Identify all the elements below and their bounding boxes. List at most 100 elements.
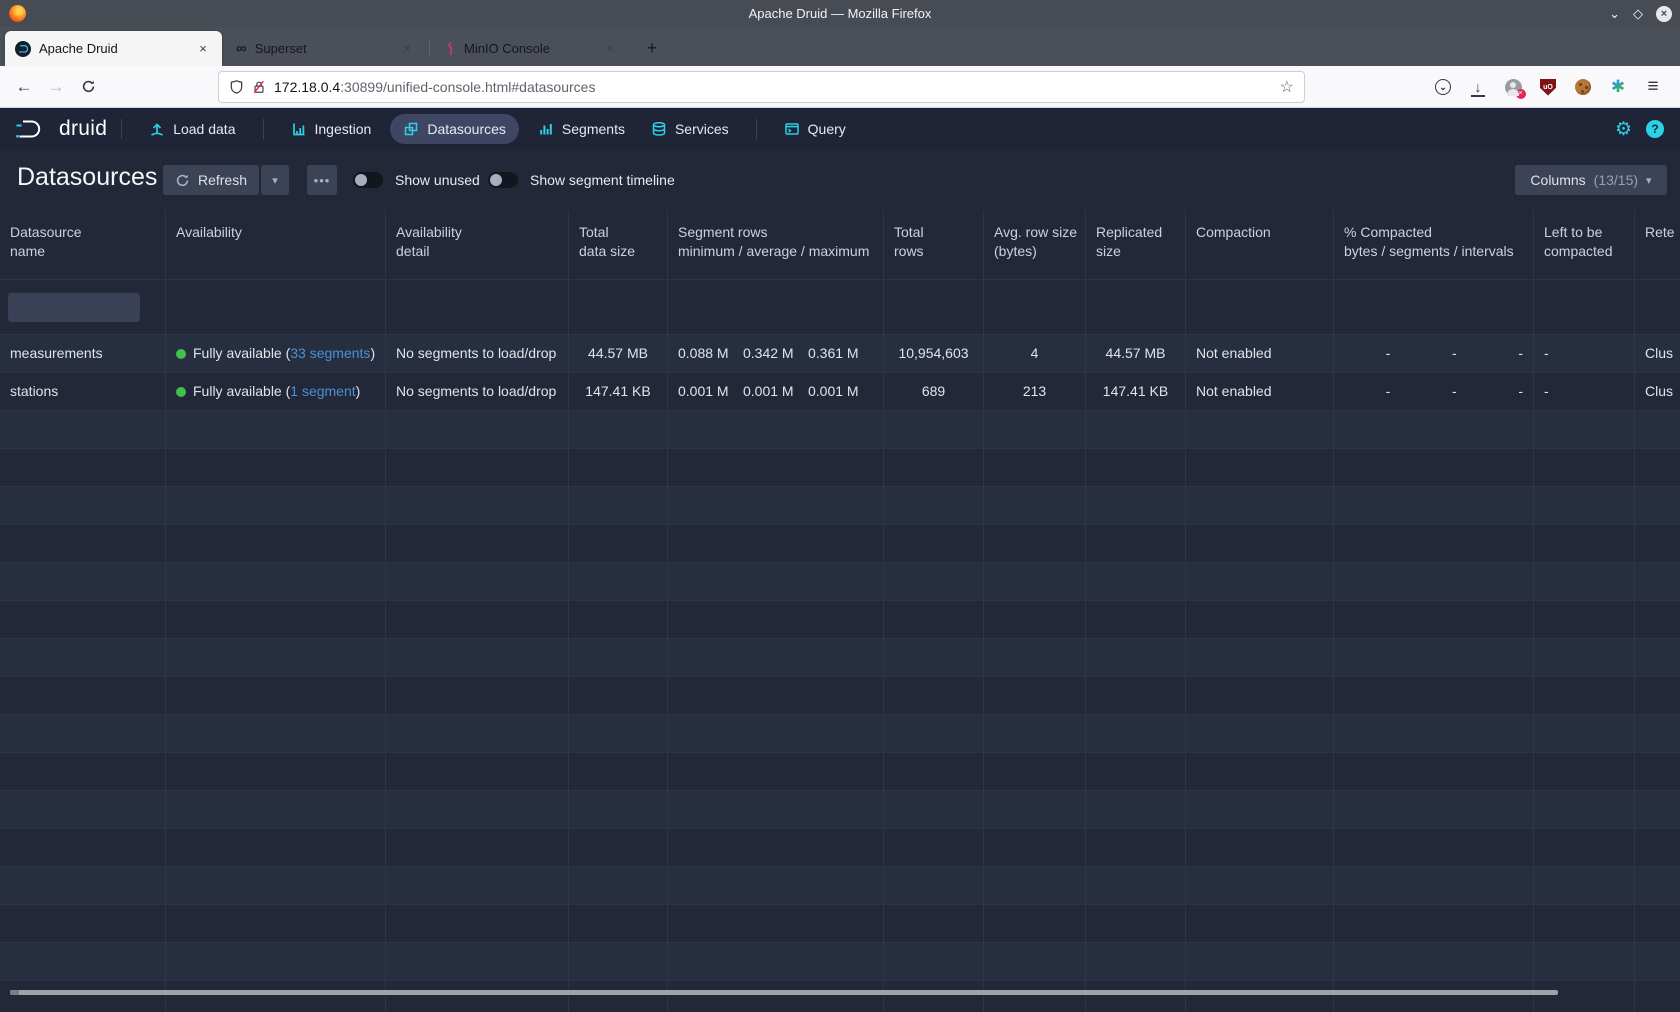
empty-cell [668, 411, 884, 449]
column-header-total_data_size[interactable]: Totaldata size [569, 210, 668, 280]
window-title: Apache Druid — Mozilla Firefox [0, 6, 1680, 21]
empty-cell [1534, 829, 1635, 867]
window-maximize-icon[interactable]: ◇ [1633, 7, 1643, 20]
nav-item-datasources[interactable]: Datasources [390, 114, 519, 144]
empty-cell [1334, 677, 1534, 715]
column-header-retention[interactable]: Rete [1635, 210, 1680, 280]
column-header-replicated_size[interactable]: Replicatedsize [1086, 210, 1186, 280]
column-header-availability_detail[interactable]: Availabilitydetail [386, 210, 569, 280]
columns-button[interactable]: Columns (13/15) ▾ [1515, 165, 1667, 195]
tab-close-icon[interactable]: × [398, 41, 416, 56]
compacted-value: - [1400, 373, 1466, 410]
empty-cell [984, 563, 1086, 601]
tab-superset[interactable]: ∞ Superset × [226, 31, 426, 66]
datasource-row-measurements[interactable]: measurementsFully available (33 segments… [0, 335, 1680, 373]
column-header-line: Left to be [1544, 223, 1624, 242]
empty-cell [984, 753, 1086, 791]
more-actions-button[interactable]: ••• [307, 165, 337, 195]
downloads-icon[interactable]: ↓ [1469, 78, 1487, 96]
nav-item-label: Services [675, 121, 729, 137]
nav-item-segments[interactable]: Segments [525, 114, 638, 144]
column-header-left_to_be_compacted[interactable]: Left to becompacted [1534, 210, 1635, 280]
nav-item-ingestion[interactable]: Ingestion [278, 114, 385, 144]
cell-compaction: Not enabled [1186, 373, 1334, 411]
help-icon[interactable]: ? [1646, 120, 1664, 138]
cell-avg_row_size: 213 [984, 373, 1086, 411]
empty-cell [166, 601, 386, 639]
hamburger-menu-icon[interactable]: ≡ [1644, 78, 1662, 96]
druid-logo[interactable]: druid [14, 117, 107, 141]
refresh-icon [175, 173, 190, 188]
reload-icon[interactable] [72, 79, 104, 94]
columns-label: Columns [1530, 172, 1585, 188]
empty-cell [0, 677, 166, 715]
refresh-dropdown-button[interactable]: ▾ [261, 165, 289, 195]
settings-gear-icon[interactable]: ⚙ [1615, 120, 1632, 139]
tab-close-icon[interactable]: × [194, 41, 212, 56]
url-bar[interactable]: 172.18.0.4:30899/unified-console.html#da… [218, 71, 1305, 103]
empty-cell [1186, 905, 1334, 943]
column-header-avg_row_size[interactable]: Avg. row size(bytes) [984, 210, 1086, 280]
empty-cell [984, 449, 1086, 487]
column-header-line: rows [894, 242, 973, 261]
segment-rows-value: 0.001 M [808, 373, 873, 410]
empty-cell [1635, 791, 1680, 829]
tab-strip: Apache Druid × ∞ Superset × MinIO Consol… [0, 27, 1680, 66]
new-tab-button[interactable]: + [638, 35, 666, 61]
tab-apache-druid[interactable]: Apache Druid × [5, 31, 222, 66]
empty-cell [166, 943, 386, 981]
forward-icon[interactable]: → [40, 77, 72, 97]
datasource-filter-input[interactable] [8, 292, 140, 322]
tab-minio-console[interactable]: MinIO Console × [434, 31, 629, 66]
query-icon [784, 121, 800, 137]
empty-cell [386, 829, 569, 867]
segments-link[interactable]: 33 segments [290, 345, 370, 361]
empty-cell [0, 981, 166, 1012]
column-header-compaction[interactable]: Compaction [1186, 210, 1334, 280]
empty-cell [668, 981, 884, 1012]
nav-item-query[interactable]: Query [771, 114, 859, 144]
druid-favicon [15, 41, 31, 57]
column-header-name[interactable]: Datasourcename [0, 210, 166, 280]
account-icon[interactable]: × [1505, 79, 1522, 96]
window-close-icon[interactable]: × [1656, 6, 1672, 22]
cell-replicated_size: 44.57 MB [1086, 335, 1186, 373]
segment-rows-value: 0.342 M [743, 335, 808, 372]
bookmark-star-icon[interactable]: ☆ [1280, 77, 1294, 97]
column-header-percent_compacted[interactable]: % Compactedbytes / segments / intervals [1334, 210, 1534, 280]
empty-row [0, 905, 1680, 943]
show-unused-toggle[interactable] [353, 172, 383, 188]
ublock-icon[interactable]: uO [1540, 79, 1556, 96]
tab-close-icon[interactable]: × [601, 41, 619, 56]
cookie-extension-icon[interactable] [1575, 79, 1591, 95]
nav-item-services[interactable]: Services [638, 114, 742, 144]
horizontal-scrollbar[interactable] [10, 990, 1558, 995]
extension-asterisk-icon[interactable]: ✱ [1609, 78, 1627, 96]
column-header-line: Replicated [1096, 223, 1175, 242]
empty-cell [884, 943, 984, 981]
insecure-lock-icon[interactable] [252, 79, 266, 95]
column-header-segment_rows[interactable]: Segment rowsminimum / average / maximum [668, 210, 884, 280]
empty-cell [668, 677, 884, 715]
pocket-icon[interactable]: ⌄ [1435, 79, 1451, 95]
empty-cell [1186, 753, 1334, 791]
empty-cell [166, 411, 386, 449]
show-segment-timeline-toggle[interactable] [488, 172, 518, 188]
table-body: measurementsFully available (33 segments… [0, 335, 1680, 1012]
tracking-shield-icon[interactable] [229, 79, 244, 95]
column-header-total_rows[interactable]: Totalrows [884, 210, 984, 280]
empty-cell [1534, 677, 1635, 715]
empty-cell [166, 715, 386, 753]
refresh-button[interactable]: Refresh [163, 165, 259, 195]
filter-cell [166, 280, 386, 335]
empty-cell [1534, 639, 1635, 677]
empty-cell [166, 791, 386, 829]
nav-item-load-data[interactable]: Load data [136, 114, 248, 144]
toggle-knob [355, 174, 367, 186]
datasource-row-stations[interactable]: stationsFully available (1 segment)No se… [0, 373, 1680, 411]
back-icon[interactable]: ← [8, 77, 40, 97]
segments-link[interactable]: 1 segment [290, 383, 355, 399]
empty-row [0, 487, 1680, 525]
window-minimize-icon[interactable]: ⌄ [1609, 7, 1620, 20]
column-header-availability[interactable]: Availability [166, 210, 386, 280]
